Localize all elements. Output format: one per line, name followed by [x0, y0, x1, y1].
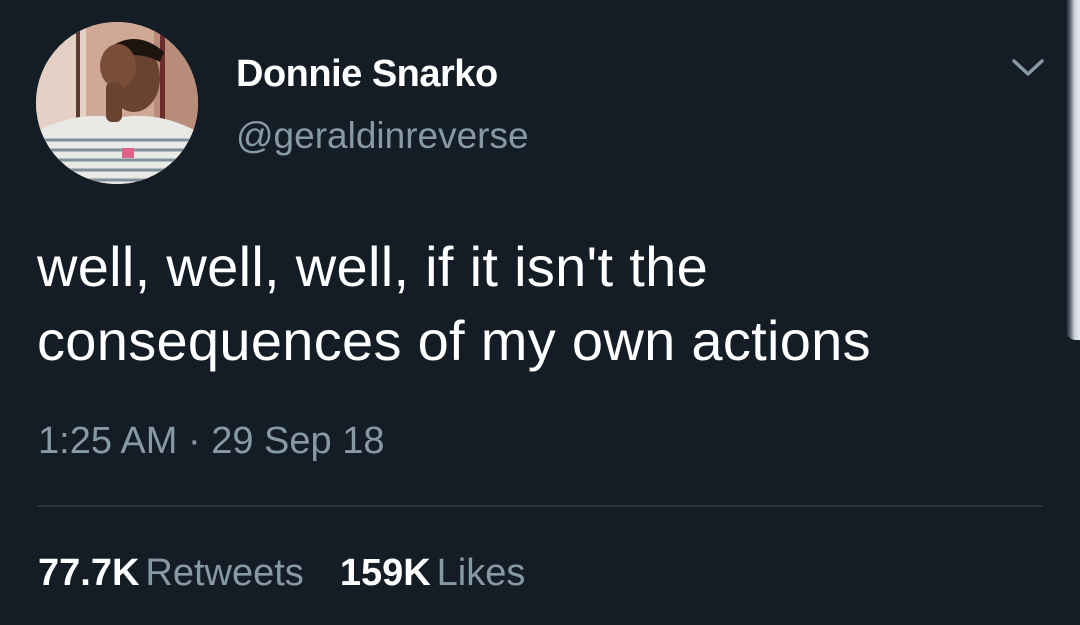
scrollbar[interactable] — [1066, 0, 1080, 340]
tweet-stats: 77.7K Retweets 159K Likes — [38, 550, 561, 596]
avatar-photo-icon — [36, 22, 198, 184]
tweet-time: 1:25 AM — [38, 420, 178, 462]
likes-stat[interactable]: 159K Likes — [340, 550, 526, 596]
retweets-label: Retweets — [145, 552, 304, 594]
divider — [37, 505, 1043, 507]
chevron-down-icon — [1012, 59, 1044, 76]
timestamp-separator: · — [187, 420, 201, 462]
tweet-date: 29 Sep 18 — [211, 420, 385, 462]
tweet-timestamp[interactable]: 1:25 AM · 29 Sep 18 — [38, 418, 384, 464]
likes-label: Likes — [436, 552, 526, 594]
display-name[interactable]: Donnie Snarko — [236, 52, 498, 96]
avatar[interactable] — [36, 22, 198, 184]
tweet-text-line: consequences of my own actions — [37, 309, 871, 372]
tweet-text: well, well, well, if it isn't the conseq… — [37, 230, 1047, 378]
user-handle[interactable]: @geraldinreverse — [236, 114, 529, 158]
tweet-text-line: well, well, well, if it isn't the — [37, 235, 709, 298]
likes-count: 159K — [339, 552, 431, 594]
retweets-count: 77.7K — [38, 552, 140, 594]
tweet-menu-button[interactable] — [1008, 52, 1048, 82]
retweets-stat[interactable]: 77.7K Retweets — [38, 550, 304, 596]
